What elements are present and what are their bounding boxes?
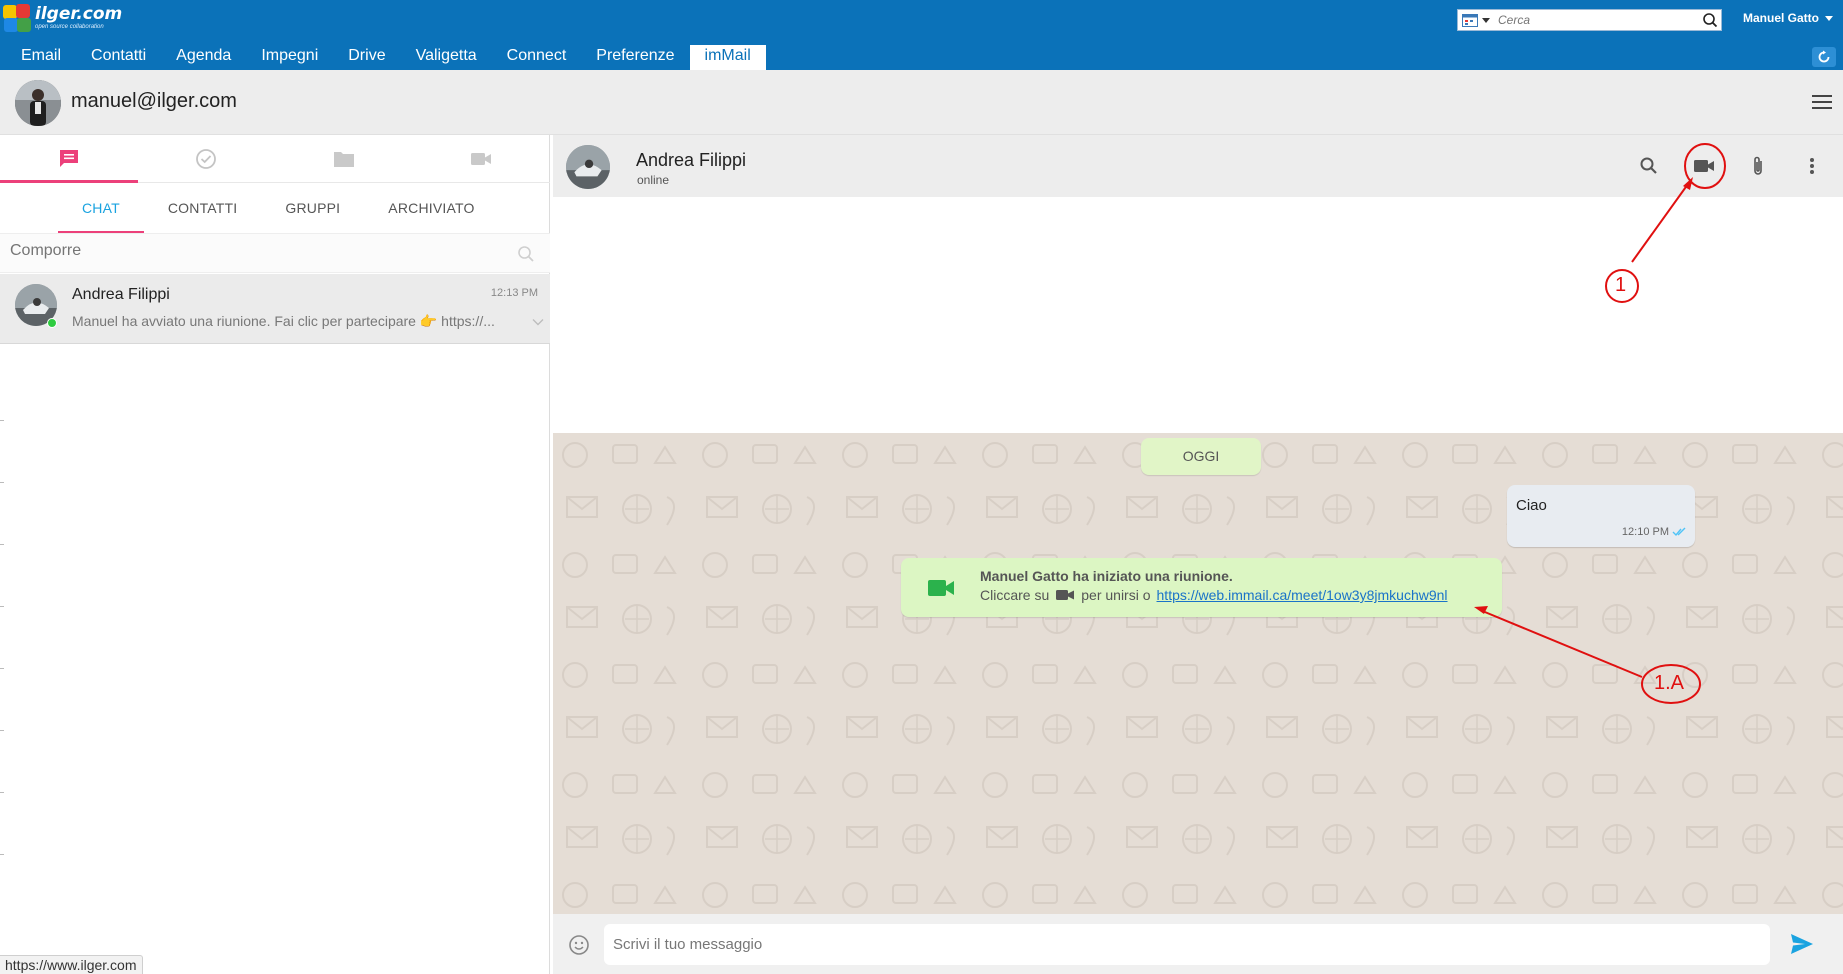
video-call-button[interactable] (1692, 154, 1716, 178)
outgoing-message: Ciao 12:10 PM (1507, 485, 1695, 547)
attach-button[interactable] (1746, 154, 1770, 178)
tab-chat[interactable]: CHAT (58, 183, 144, 233)
tab-gruppi[interactable]: GRUPPI (261, 183, 364, 233)
user-photo-icon (15, 80, 61, 126)
status-bar-url: https://www.ilger.com (0, 955, 143, 974)
refresh-button[interactable] (1812, 47, 1836, 67)
meeting-suffix: per unirsi o (1081, 587, 1151, 603)
tab-chats[interactable] (0, 135, 138, 183)
conversation-contact-status: online (637, 173, 670, 187)
send-icon[interactable] (1790, 933, 1814, 955)
nav-contatti[interactable]: Contatti (76, 45, 161, 70)
emoji-icon[interactable] (568, 934, 590, 956)
compose-search-input[interactable] (10, 242, 490, 260)
paperclip-icon (1754, 156, 1762, 175)
meeting-join-line: Cliccare su per unirsi o https://web.imm… (980, 587, 1448, 603)
chat-timestamp: 12:13 PM (490, 287, 538, 299)
kebab-menu-icon (1810, 158, 1814, 174)
folder-icon (333, 151, 354, 167)
nav-impegni[interactable]: Impegni (246, 45, 333, 70)
annotation-label-1: 1 (1615, 274, 1627, 296)
search-icon (1640, 157, 1657, 174)
tab-video[interactable] (413, 135, 551, 182)
brand-tagline: open source collaboration (35, 24, 104, 30)
more-options-button[interactable] (1800, 154, 1824, 178)
video-camera-icon (471, 152, 492, 165)
message-text: Ciao (1516, 497, 1547, 514)
account-header: manuel@ilger.com (0, 70, 1843, 135)
main-nav: Email Contatti Agenda Impegni Drive Vali… (6, 45, 766, 70)
account-email: manuel@ilger.com (71, 90, 237, 112)
online-status-dot (47, 318, 57, 328)
search-scope-caret-icon[interactable] (1482, 17, 1490, 23)
search-icon[interactable] (1701, 11, 1719, 29)
contact-photo-icon (566, 145, 610, 189)
chevron-down-icon[interactable] (532, 318, 544, 326)
video-camera-icon (928, 580, 954, 596)
nav-connect[interactable]: Connect (492, 45, 582, 70)
conversation-list-panel: CHAT CONTATTI GRUPPI ARCHIVIATO Andrea F… (0, 135, 550, 974)
sub-tab-bar: CHAT CONTATTI GRUPPI ARCHIVIATO (58, 183, 499, 233)
conversation-search-button[interactable] (1637, 154, 1661, 178)
meeting-prefix: Cliccare su (980, 587, 1050, 603)
conversation-contact-name: Andrea Filippi (636, 150, 747, 170)
search-input[interactable] (1490, 11, 1701, 29)
chat-preview: Manuel ha avviato una riunione. Fai clic… (72, 313, 495, 329)
global-search (1457, 9, 1722, 31)
brand-name: ilger.com (35, 4, 123, 24)
avatar[interactable] (566, 145, 610, 189)
nav-agenda[interactable]: Agenda (161, 45, 246, 70)
check-circle-icon (196, 148, 217, 169)
calendar-icon[interactable] (1462, 13, 1478, 27)
tab-archiviato[interactable]: ARCHIVIATO (364, 183, 498, 233)
nav-immail[interactable]: imMail (689, 45, 766, 70)
refresh-icon (1818, 50, 1830, 63)
message-input[interactable] (604, 924, 1770, 965)
date-divider: OGGI (1141, 438, 1261, 475)
conversation-header: Andrea Filippi online (553, 135, 1843, 197)
tab-contatti[interactable]: CONTATTI (144, 183, 262, 233)
annotation-label-1a: 1.A (1654, 672, 1685, 694)
nav-preferenze[interactable]: Preferenze (581, 45, 689, 70)
message-composer (553, 914, 1843, 974)
message-time: 12:10 PM (1621, 526, 1669, 538)
nav-drive[interactable]: Drive (333, 45, 400, 70)
double-check-icon (1672, 527, 1686, 537)
chat-icon (59, 149, 78, 167)
user-name: Manuel Gatto (1743, 11, 1820, 25)
compose-row (0, 233, 550, 273)
hamburger-menu-icon[interactable] (1812, 94, 1832, 110)
puzzle-logo-icon (2, 3, 32, 33)
list-item[interactable]: Andrea Filippi 12:13 PM Manuel ha avviat… (0, 274, 550, 344)
user-menu[interactable]: Manuel Gatto (1743, 11, 1834, 25)
tab-tasks[interactable] (138, 135, 276, 182)
top-bar: ilger.com open source collaboration Manu… (0, 0, 1843, 70)
meeting-invite-message: Manuel Gatto ha iniziato una riunione. C… (901, 558, 1502, 617)
brand-logo[interactable]: ilger.com open source collaboration (2, 3, 122, 33)
search-icon[interactable] (516, 244, 536, 264)
video-camera-icon (1694, 160, 1714, 172)
nav-email[interactable]: Email (6, 45, 76, 70)
icon-tab-bar (0, 135, 550, 183)
user-caret-icon (1825, 15, 1834, 21)
conversation-blank-area (553, 197, 1843, 433)
chat-contact-name: Andrea Filippi (72, 286, 170, 303)
tab-files[interactable] (275, 135, 413, 182)
nav-valigetta[interactable]: Valigetta (401, 45, 492, 70)
meeting-link[interactable]: https://web.immail.ca/meet/1ow3y8jmkuchw… (1157, 587, 1448, 603)
video-camera-icon[interactable] (1055, 588, 1075, 602)
meeting-title: Manuel Gatto ha iniziato una riunione. (980, 568, 1233, 584)
avatar[interactable] (15, 80, 61, 126)
